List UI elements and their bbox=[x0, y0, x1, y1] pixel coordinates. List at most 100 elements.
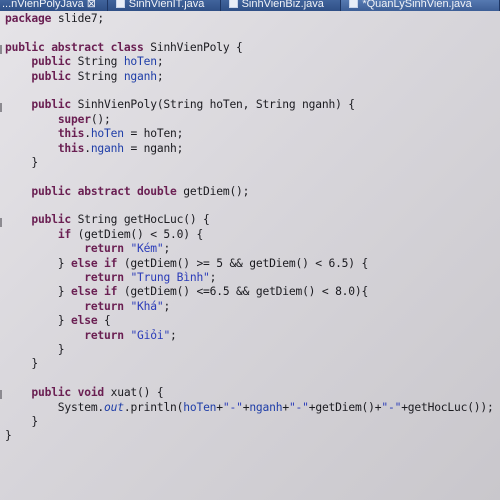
code-token: . bbox=[84, 127, 91, 141]
code-token: ; bbox=[156, 69, 164, 83]
code-line[interactable]: } bbox=[5, 156, 494, 170]
editor-tab-bar: ...nVienPolyJava ⊠ SinhVienIT.java SinhV… bbox=[0, 0, 500, 11]
code-token: "Giỏi" bbox=[130, 328, 171, 342]
code-token: ; bbox=[163, 242, 171, 256]
tab-quanlysinhvien[interactable]: *QuanLySinhVien.java bbox=[341, 0, 500, 11]
code-token: +getHocLuc()); bbox=[401, 400, 494, 414]
code-token: SinhVienPoly { bbox=[143, 40, 243, 54]
code-line[interactable]: public String hoTen; bbox=[5, 55, 494, 69]
code-token: } bbox=[5, 314, 72, 328]
code-token: } bbox=[5, 256, 72, 270]
code-token: return bbox=[84, 299, 124, 313]
code-token: SinhVienPoly(String hoTen, String nganh)… bbox=[71, 98, 355, 112]
code-line[interactable]: } else { bbox=[5, 314, 494, 328]
code-token: getDiem(); bbox=[176, 184, 250, 198]
code-line[interactable] bbox=[5, 372, 494, 386]
code-line[interactable]: this.hoTen = hoTen; bbox=[5, 127, 494, 141]
code-token: ; bbox=[170, 328, 177, 342]
code-token: this bbox=[57, 141, 85, 155]
fold-marker[interactable] bbox=[0, 390, 2, 399]
code-line[interactable]: return "Giỏi"; bbox=[5, 329, 494, 343]
code-line[interactable]: public SinhVienPoly(String hoTen, String… bbox=[5, 98, 494, 112]
code-token: return bbox=[84, 328, 124, 342]
code-token: String bbox=[71, 55, 124, 69]
code-token: ; bbox=[209, 271, 217, 285]
code-token: else if bbox=[71, 256, 118, 270]
code-token: } bbox=[5, 429, 12, 443]
code-token: String bbox=[71, 69, 124, 83]
tab-sinhvienpoly[interactable]: ...nVienPolyJava ⊠ bbox=[0, 0, 108, 11]
code-line[interactable]: super(); bbox=[5, 113, 494, 127]
code-token: = hoTen; bbox=[123, 127, 184, 141]
code-token: else bbox=[71, 314, 98, 328]
code-token: out bbox=[104, 400, 124, 414]
code-line[interactable]: } else if (getDiem() >= 5 && getDiem() <… bbox=[5, 257, 494, 271]
code-token: + bbox=[282, 400, 289, 414]
code-line[interactable]: public abstract class SinhVienPoly { bbox=[5, 41, 494, 55]
tab-label: SinhVienBiz.java bbox=[241, 0, 324, 10]
code-line[interactable] bbox=[5, 199, 494, 213]
code-token: return bbox=[84, 242, 124, 256]
code-line[interactable] bbox=[5, 84, 494, 98]
code-token: .println( bbox=[123, 400, 184, 414]
code-token: ; bbox=[163, 299, 171, 313]
code-line[interactable]: } else if (getDiem() <=6.5 && getDiem() … bbox=[5, 285, 494, 299]
java-file-icon bbox=[115, 0, 125, 8]
code-token: public bbox=[31, 69, 72, 83]
code-token: public bbox=[31, 55, 72, 69]
code-line[interactable]: public String getHocLuc() { bbox=[5, 213, 494, 227]
code-token: public abstract class bbox=[5, 40, 144, 54]
tab-sinhvienit[interactable]: SinhVienIT.java bbox=[108, 0, 221, 11]
code-token: System. bbox=[5, 400, 105, 414]
java-file-icon bbox=[349, 0, 359, 8]
fold-marker[interactable] bbox=[0, 218, 2, 227]
code-line[interactable]: public void xuat() { bbox=[5, 386, 494, 400]
code-line[interactable]: } bbox=[5, 415, 494, 429]
java-file-icon bbox=[228, 0, 238, 8]
code-token: String getHocLuc() { bbox=[71, 213, 210, 227]
code-line[interactable]: } bbox=[5, 343, 494, 357]
code-token: nganh bbox=[90, 141, 124, 155]
code-line[interactable]: package slide7; bbox=[5, 12, 494, 26]
code-token: (); bbox=[90, 112, 111, 126]
code-line[interactable]: return "Khá"; bbox=[5, 300, 494, 314]
tab-label: *QuanLySinhVien.java bbox=[362, 0, 472, 10]
code-line[interactable] bbox=[5, 26, 494, 40]
code-token: } bbox=[5, 155, 39, 169]
code-line[interactable]: public String nganh; bbox=[5, 70, 494, 84]
code-token: hoTen bbox=[90, 127, 124, 141]
fold-marker[interactable] bbox=[0, 45, 2, 54]
code-token: hoTen bbox=[183, 400, 217, 414]
code-line[interactable]: return "Kém"; bbox=[5, 242, 494, 256]
code-token: xuat() { bbox=[104, 386, 164, 400]
code-token: = nganh; bbox=[123, 141, 184, 155]
code-token: nganh bbox=[249, 400, 283, 414]
code-line[interactable]: } bbox=[5, 357, 494, 371]
code-line[interactable]: this.nganh = nganh; bbox=[5, 142, 494, 156]
code-token: public void bbox=[31, 386, 105, 400]
fold-marker[interactable] bbox=[0, 103, 2, 112]
code-line[interactable] bbox=[5, 170, 494, 184]
code-token: + bbox=[216, 400, 223, 414]
code-line[interactable]: return "Trung Bình"; bbox=[5, 271, 494, 285]
code-token: "-" bbox=[288, 400, 309, 414]
code-line[interactable]: if (getDiem() < 5.0) { bbox=[5, 228, 494, 242]
code-token: this bbox=[57, 127, 85, 141]
code-token: nganh bbox=[123, 69, 157, 83]
code-token: "Khá" bbox=[130, 299, 164, 313]
code-line[interactable]: System.out.println(hoTen+"-"+nganh+"-"+g… bbox=[5, 401, 494, 415]
code-line[interactable]: } bbox=[5, 429, 494, 443]
code-editor[interactable]: package slide7; public abstract class Si… bbox=[5, 12, 494, 444]
tab-sinhvienbiz[interactable]: SinhVienBiz.java bbox=[221, 0, 342, 11]
code-line[interactable]: public abstract double getDiem(); bbox=[5, 185, 494, 199]
